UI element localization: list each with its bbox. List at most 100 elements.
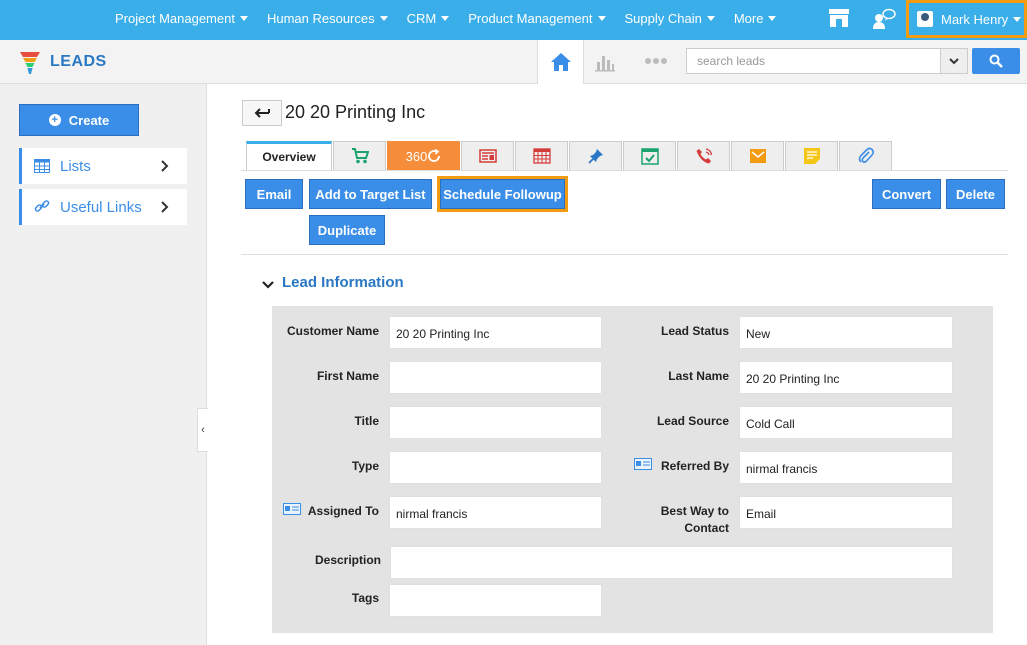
customer-name-value: 20 20 Printing Inc <box>389 316 602 349</box>
best-way-to-contact-label: Best Way to Contact <box>661 504 729 535</box>
more-dots-icon[interactable] <box>645 54 667 68</box>
lead-information-panel: Customer Name 20 20 Printing Inc First N… <box>272 306 993 633</box>
menu-label: Project Management <box>115 10 235 26</box>
referred-by-label: Referred By <box>660 459 729 473</box>
menu-product-management[interactable]: Product Management <box>468 10 606 26</box>
menu-project-management[interactable]: Project Management <box>115 11 248 26</box>
label-line: Best Way to <box>660 504 729 518</box>
assigned-to-value: nirmal francis <box>389 496 602 529</box>
customer-name-label: Customer Name <box>286 324 379 338</box>
menu-label: Supply Chain <box>624 10 702 26</box>
tab-tasks[interactable] <box>623 141 676 170</box>
menu-label: Human Resources <box>266 10 375 26</box>
bar-chart-icon[interactable] <box>594 52 616 72</box>
title-value <box>389 406 602 439</box>
chevron-down-icon <box>949 57 959 64</box>
caret-down-icon <box>239 15 248 21</box>
envelope-icon <box>749 149 766 163</box>
sidebar: + Create Lists Useful Links <box>0 84 207 645</box>
tab-pin[interactable] <box>569 141 622 170</box>
email-button[interactable]: Email <box>245 179 303 209</box>
chevron-right-icon <box>161 201 169 213</box>
contact-card-icon[interactable] <box>283 503 301 515</box>
home-button[interactable] <box>537 40 584 84</box>
lead-source-label: Lead Source <box>656 414 729 428</box>
store-icon[interactable] <box>828 8 850 28</box>
caret-down-icon <box>441 15 450 21</box>
schedule-followup-button[interactable]: Schedule Followup <box>437 176 568 212</box>
add-to-target-list-button[interactable]: Add to Target List <box>309 179 432 209</box>
chevron-left-icon: ‹ <box>201 424 205 436</box>
tab-360[interactable]: 360 <box>387 141 460 170</box>
menu-label: Product Management <box>468 10 593 26</box>
menu-more[interactable]: More <box>734 11 777 26</box>
tab-calendar[interactable] <box>515 141 568 170</box>
tab-news[interactable] <box>461 141 514 170</box>
avatar <box>917 11 933 27</box>
calendar-check-icon <box>640 148 659 165</box>
lead-status-value: New <box>739 316 953 349</box>
leads-funnel-icon <box>20 52 40 74</box>
last-name-label: Last Name <box>668 369 729 383</box>
section-title: Lead Information <box>282 274 404 291</box>
menu-human-resources[interactable]: Human Resources <box>267 11 388 26</box>
table-icon <box>34 159 50 173</box>
back-arrow-icon <box>254 108 270 118</box>
tags-value <box>389 584 602 617</box>
delete-button[interactable]: Delete <box>946 179 1005 209</box>
lead-information-section-toggle[interactable]: Lead Information <box>262 274 404 291</box>
calendar-grid-icon <box>532 148 551 164</box>
sidebar-collapse-toggle[interactable]: ‹ <box>197 408 208 452</box>
menu-label: More <box>733 10 764 26</box>
sidebar-item-label: Lists <box>60 157 91 175</box>
tab-attachments[interactable] <box>839 141 892 170</box>
tab-calls[interactable] <box>677 141 730 170</box>
lead-status-label: Lead Status <box>660 324 729 338</box>
menu-supply-chain[interactable]: Supply Chain <box>625 11 715 26</box>
newspaper-icon <box>478 149 497 163</box>
contact-card-icon[interactable] <box>634 458 652 470</box>
assigned-to-label: Assigned To <box>307 504 379 518</box>
tab-label: Overview <box>262 150 316 164</box>
tab-label: 360 <box>405 148 428 164</box>
type-value <box>389 451 602 484</box>
duplicate-button[interactable]: Duplicate <box>309 215 385 245</box>
menu-label: CRM <box>406 10 437 26</box>
tab-notes[interactable] <box>785 141 838 170</box>
sidebar-item-useful-links[interactable]: Useful Links <box>19 189 187 225</box>
sidebar-item-lists[interactable]: Lists <box>19 148 187 184</box>
user-chat-icon[interactable] <box>872 8 896 30</box>
sticky-note-icon <box>803 148 820 164</box>
description-label: Description <box>314 553 381 567</box>
tab-email[interactable] <box>731 141 784 170</box>
tab-products[interactable] <box>333 141 386 170</box>
record-tabs: Overview 360 <box>246 141 893 170</box>
tab-overview[interactable]: Overview <box>246 141 332 170</box>
search-icon <box>989 54 1003 68</box>
caret-down-icon <box>597 15 606 21</box>
description-value <box>390 546 953 579</box>
phone-call-icon <box>696 148 712 164</box>
search-button[interactable] <box>972 48 1020 74</box>
module-menu: Project Management Human Resources CRM P… <box>115 0 795 36</box>
create-button[interactable]: + Create <box>19 104 139 136</box>
first-name-label: First Name <box>316 369 379 383</box>
first-name-value <box>389 361 602 394</box>
pin-icon <box>587 149 603 164</box>
type-label: Type <box>351 459 379 473</box>
title-label: Title <box>354 414 379 428</box>
search-filter-dropdown[interactable] <box>940 49 967 73</box>
caret-down-icon <box>768 15 777 21</box>
caret-down-icon <box>706 15 715 21</box>
search-input[interactable] <box>686 48 968 74</box>
paperclip-icon <box>858 147 874 163</box>
top-navigation-bar: Project Management Human Resources CRM P… <box>0 0 1027 40</box>
home-icon <box>550 53 571 71</box>
back-button[interactable] <box>242 100 282 126</box>
refresh-icon <box>428 149 441 162</box>
lead-source-value: Cold Call <box>739 406 953 439</box>
convert-button[interactable]: Convert <box>872 179 941 209</box>
user-menu[interactable]: Mark Henry <box>906 0 1027 38</box>
menu-crm[interactable]: CRM <box>407 11 450 26</box>
caret-down-icon <box>379 15 388 21</box>
